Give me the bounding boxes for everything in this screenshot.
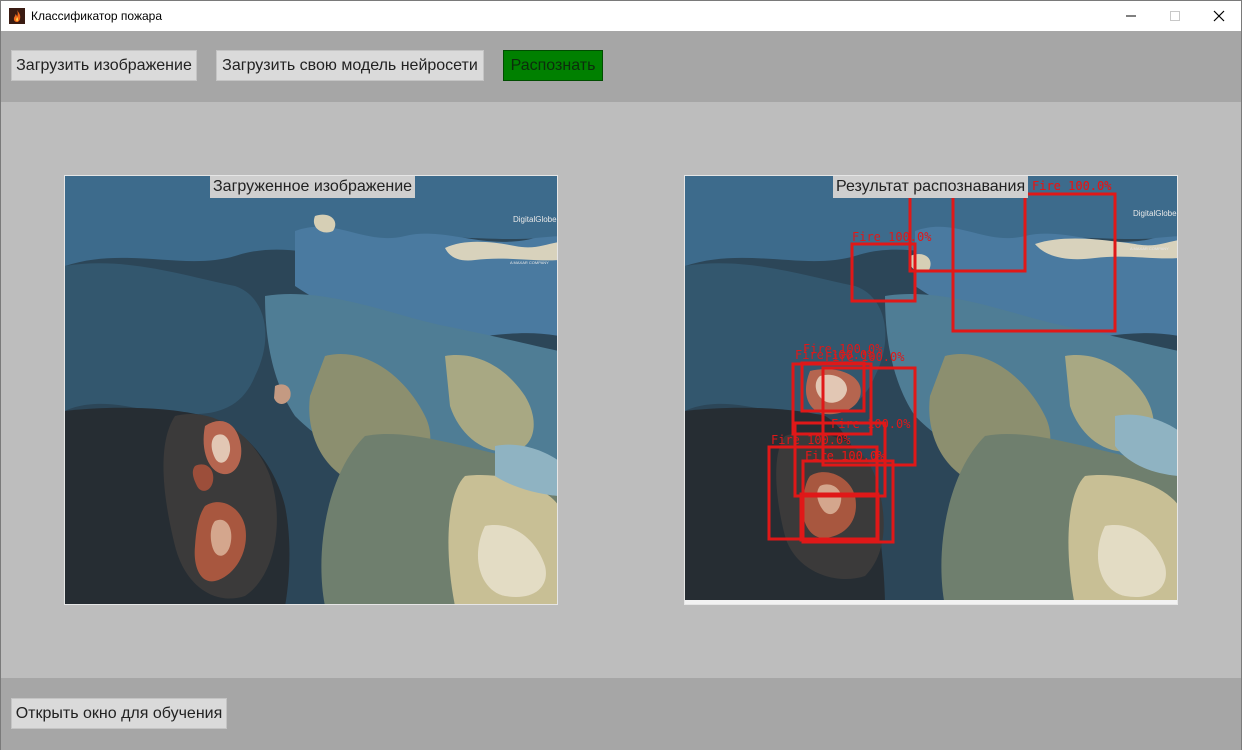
watermark-subtext: A MAXAR COMPANY [510, 260, 549, 265]
detection-label: Fire 100.0% [831, 417, 911, 431]
result-image-label: Результат распознавания [833, 176, 1029, 198]
toolbar: Загрузить изображение Загрузить свою мод… [1, 31, 1241, 102]
result-image-panel: DigitalGlobe A MAXAR COMPANY Fire 100.0%… [684, 175, 1178, 605]
title-bar[interactable]: Классификатор пожара [1, 1, 1241, 31]
window-controls [1109, 1, 1241, 31]
minimize-icon [1126, 15, 1136, 17]
minimize-button[interactable] [1109, 1, 1153, 31]
watermark-subtext: A MAXAR COMPANY [1130, 246, 1169, 251]
load-model-button[interactable]: Загрузить свою модель нейросети [216, 50, 484, 81]
watermark-text: DigitalGlobe [513, 215, 557, 224]
open-training-window-button[interactable]: Открыть окно для обучения [11, 698, 227, 729]
close-button[interactable] [1197, 1, 1241, 31]
bottom-bar: Открыть окно для обучения [1, 678, 1241, 750]
detection-label: Fire 100.0% [852, 230, 932, 244]
watermark-text: DigitalGlobe [1133, 209, 1177, 218]
satellite-image-original: DigitalGlobe A MAXAR COMPANY [65, 176, 557, 604]
recognize-button[interactable]: Распознать [503, 50, 603, 81]
loaded-image-panel: DigitalGlobe A MAXAR COMPANY Загруженное… [64, 175, 558, 605]
image-bottom-strip [685, 600, 1177, 604]
app-window: Классификатор пожара Загрузить изображен… [0, 0, 1242, 750]
detection-label: Fire 100.0% [1032, 179, 1112, 193]
maximize-icon [1170, 11, 1180, 21]
window-title: Классификатор пожара [31, 9, 162, 23]
load-image-button[interactable]: Загрузить изображение [11, 50, 197, 81]
close-icon [1213, 10, 1225, 22]
detection-label: Fire 100.0% [771, 433, 851, 447]
detection-label: Fire 100.0% [805, 449, 885, 463]
maximize-button[interactable] [1153, 1, 1197, 31]
loaded-image-label: Загруженное изображение [210, 176, 416, 198]
main-content: DigitalGlobe A MAXAR COMPANY Загруженное… [1, 102, 1241, 678]
fire-icon [9, 8, 25, 24]
satellite-image-result: DigitalGlobe A MAXAR COMPANY Fire 100.0%… [685, 176, 1177, 604]
detection-label: Fire 100.0% [825, 350, 905, 364]
